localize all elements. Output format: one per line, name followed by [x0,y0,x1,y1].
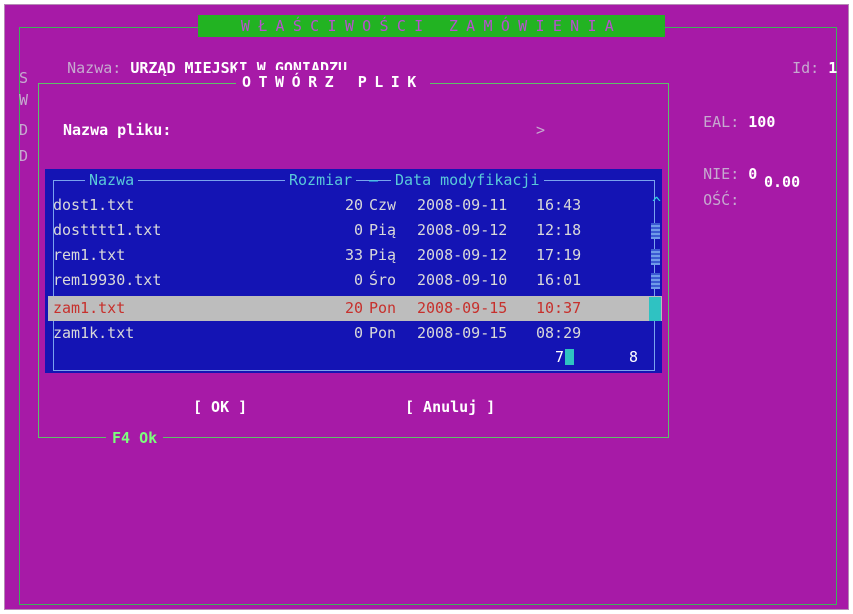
id-row: Id: 1 [756,41,837,95]
file-name: zam1k.txt [53,324,135,342]
file-size: 20 [345,299,364,317]
file-row[interactable]: rem19930.txt 0 Śro 2008-09-10 16:01 [49,268,666,293]
file-size: 0 [354,324,364,342]
file-size: 0 [354,221,364,239]
filename-label: Nazwa pliku: [63,121,172,139]
scrollbar-track[interactable] [651,223,660,239]
right-field-label: EAL: [703,113,740,131]
position-counter: 7 [555,348,565,366]
terminal-screen: WŁAŚCIWOŚCI ZAMÓWIENIA Nazwa: URZĄD MIEJ… [4,4,849,610]
position-cursor [565,349,574,365]
file-name: rem1.txt [53,246,126,264]
file-row-selected[interactable]: zam1.txt 20 Pon 2008-09-15 10:37 [48,296,662,321]
side-letter: W [19,91,29,109]
scrollbar-track[interactable] [651,273,660,289]
window-title: WŁAŚCIWOŚCI ZAMÓWIENIA [198,15,665,37]
file-date: 2008-09-10 [417,271,508,289]
filename-input[interactable] [195,121,545,141]
file-row[interactable]: rem1.txt 33 Pią 2008-09-12 17:19 [49,243,666,268]
right-field-value: 0 [748,165,758,183]
total-counter: 8 [629,348,639,366]
file-date: 2008-09-12 [417,246,508,264]
file-time: 16:01 [536,271,582,289]
right-field-value: 100 [748,113,776,131]
file-day: Pią [369,221,397,239]
id-label: Id: [792,59,820,77]
file-time: 08:29 [536,324,582,342]
file-name: dostttt1.txt [53,221,162,239]
file-date: 2008-09-15 [417,299,508,317]
cancel-button[interactable]: [ Anuluj ] [405,395,495,419]
file-date: 2008-09-15 [417,324,508,342]
file-day: Czw [369,196,397,214]
column-date[interactable]: Data modyfikacji [391,170,544,190]
right-field-value: 0.00 [764,173,801,191]
scrollbar-thumb[interactable] [649,297,661,321]
file-list[interactable]: Nazwa Rozmiar — Data modyfikacji dost1.t… [45,169,662,373]
file-size: 0 [354,271,364,289]
file-time: 10:37 [536,299,582,317]
side-letter: D [19,121,29,139]
file-day: Pon [369,299,397,317]
file-name: rem19930.txt [53,271,162,289]
column-separator: — [369,171,379,189]
dialog-title: OTWÓRZ PLIK [236,70,430,94]
right-field-1: EAL: 100 [667,95,775,149]
file-size: 20 [345,196,364,214]
file-day: Śro [369,271,397,289]
column-size[interactable]: Rozmiar [285,170,357,190]
file-day: Pon [369,324,397,342]
file-row[interactable]: dost1.txt 20 Czw 2008-09-11 16:43 [49,193,666,218]
side-letter: D [19,147,29,165]
file-size: 33 [345,246,364,264]
file-row[interactable]: dostttt1.txt 0 Pią 2008-09-12 12:18 [49,218,666,243]
name-label: Nazwa: [67,59,122,77]
file-time: 12:18 [536,221,582,239]
column-name[interactable]: Nazwa [85,170,139,190]
file-date: 2008-09-11 [417,196,508,214]
id-value: 1 [828,59,838,77]
right-field-3: OŚĆ: [667,173,739,227]
footer-hint: F4 Ok [106,428,164,448]
right-field-label: OŚĆ: [703,191,740,209]
ok-button[interactable]: [ OK ] [193,395,247,419]
filename-arrow-icon[interactable]: > [536,121,545,139]
file-time: 16:43 [536,196,582,214]
scrollbar-track[interactable] [651,249,660,265]
file-name: dost1.txt [53,196,135,214]
file-date: 2008-09-12 [417,221,508,239]
file-day: Pią [369,246,397,264]
file-name: zam1.txt [53,299,126,317]
file-time: 17:19 [536,246,582,264]
file-row[interactable]: zam1k.txt 0 Pon 2008-09-15 08:29 [49,321,666,346]
scroll-up-arrow-icon[interactable]: ^ [652,195,661,211]
side-letter: S [19,69,29,87]
